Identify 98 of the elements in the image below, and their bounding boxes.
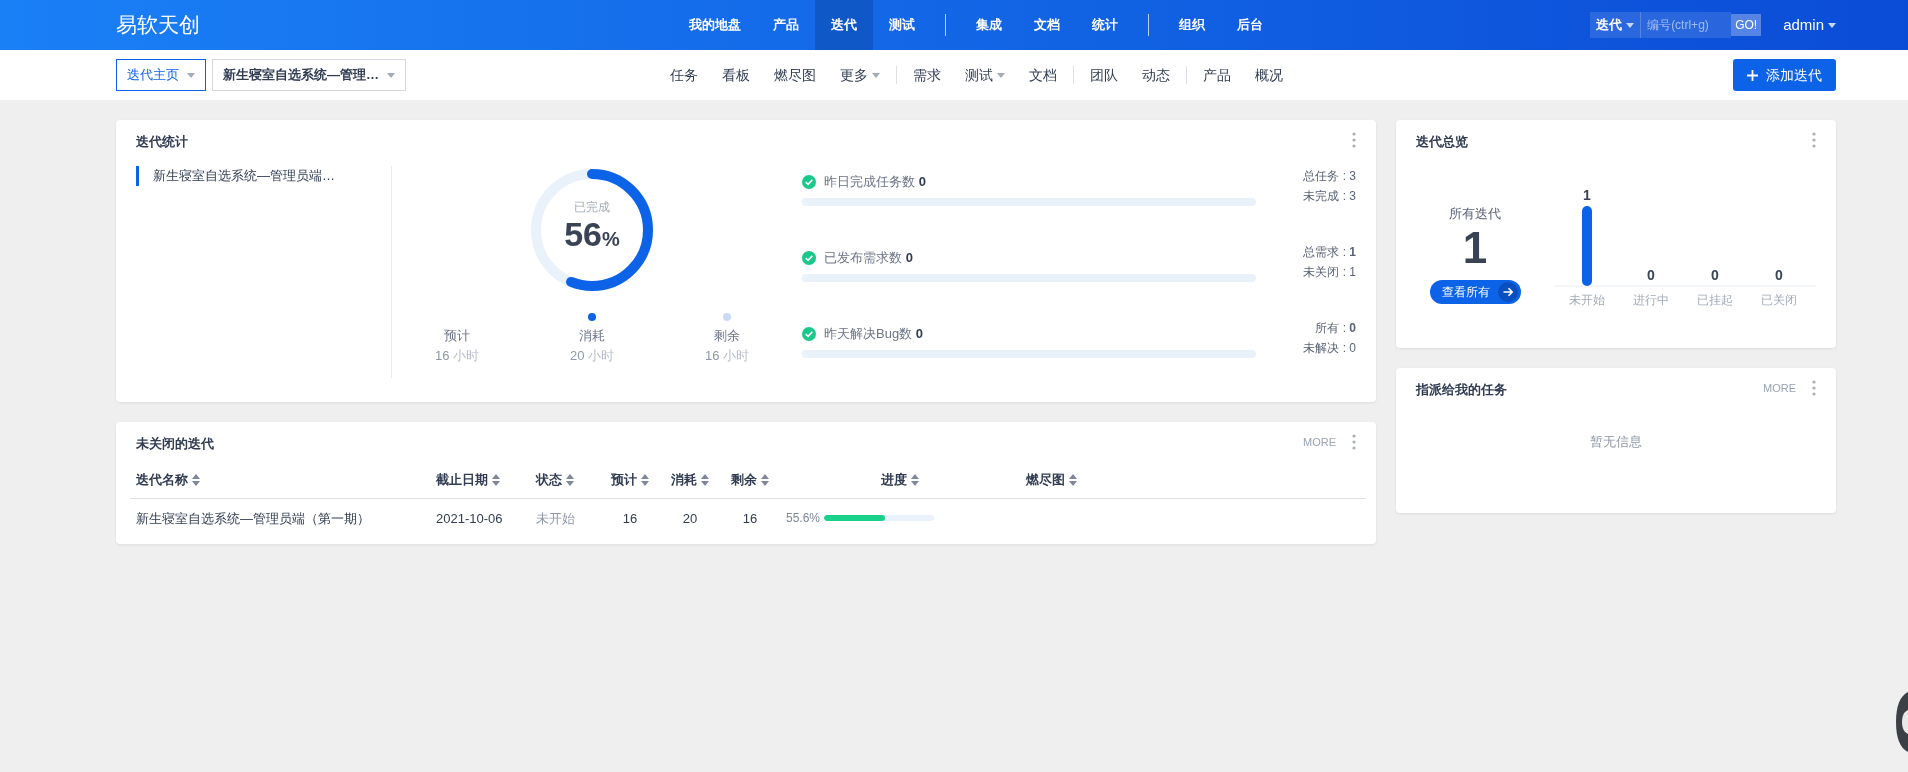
sort-icon <box>1069 473 1077 486</box>
column-header[interactable]: 截止日期 <box>436 470 500 490</box>
table-cell: 16 <box>622 510 638 526</box>
more-icon <box>1352 132 1356 148</box>
axis-label: 已关闭 <box>1761 293 1797 307</box>
bar-value-label: 0 <box>1711 267 1719 283</box>
table-cell: 16 <box>742 510 758 526</box>
metric-detail: 未完成 : 3 <box>1302 188 1356 205</box>
panel-title: 迭代总览 <box>1416 133 1468 151</box>
hours-label: 预计 <box>444 327 470 345</box>
metric-detail: 总需求 : 1 <box>1302 244 1356 261</box>
progress-text: 55.6% <box>786 510 821 528</box>
more-icon <box>1812 380 1816 397</box>
nav-tab[interactable]: 产品 <box>757 0 815 50</box>
column-header[interactable]: 预计 <box>611 470 649 490</box>
sort-icon <box>911 473 919 486</box>
menu-link[interactable]: 文档 <box>1016 64 1069 86</box>
sort-icon <box>641 473 649 486</box>
bar-value-label: 0 <box>1775 267 1783 283</box>
add-iteration-button[interactable]: 添加迭代 <box>1733 59 1836 91</box>
caret-icon <box>1626 22 1635 28</box>
nav-tab[interactable]: 组织 <box>1163 0 1221 50</box>
hours-value: 16 小时 <box>434 346 480 365</box>
menu-link[interactable]: 需求 <box>900 64 953 86</box>
axis-label: 进行中 <box>1633 293 1669 307</box>
panel-title: 未关闭的迭代 <box>136 435 214 453</box>
more-icon <box>1352 434 1356 451</box>
panel-title: 迭代统计 <box>136 133 188 151</box>
go-button[interactable]: GO! <box>1731 14 1762 36</box>
nav-tab[interactable]: 后台 <box>1221 0 1279 50</box>
caret-icon <box>1828 22 1836 28</box>
progress-label: 已完成 <box>574 199 610 216</box>
menu-link[interactable]: 任务 <box>657 64 710 86</box>
table-cell: 2021-10-06 <box>436 510 503 526</box>
hours-label: 剩余 <box>714 327 740 345</box>
column-header[interactable]: 进度 <box>881 470 919 490</box>
column-header[interactable]: 消耗 <box>671 470 709 490</box>
user-menu[interactable]: admin <box>1783 13 1836 37</box>
column-header[interactable]: 迭代名称 <box>136 470 200 490</box>
metric-detail: 所有 : 0 <box>1314 320 1356 337</box>
bar-value-label: 0 <box>1647 267 1655 283</box>
column-header[interactable]: 剩余 <box>731 470 769 490</box>
breadcrumb-item[interactable]: 迭代主页 <box>116 59 206 91</box>
menu-link[interactable]: 概况 <box>1242 64 1295 86</box>
empty-message: 暂无信息 <box>1590 433 1642 451</box>
panel-title: 指派给我的任务 <box>1416 381 1507 399</box>
total-value: 1 <box>1462 223 1488 272</box>
axis-label: 未开始 <box>1569 293 1605 307</box>
progress-value: 56% <box>564 216 620 254</box>
menu-link[interactable]: 燃尽图 <box>761 64 828 86</box>
menu-link[interactable]: 产品 <box>1190 64 1243 86</box>
hours-value: 16 小时 <box>704 346 750 365</box>
sort-icon <box>192 473 200 486</box>
check-icon <box>802 326 816 341</box>
table-cell: 20 <box>682 510 698 526</box>
bar-value-label: 1 <box>1583 187 1591 203</box>
menu-link[interactable]: 看板 <box>709 64 762 86</box>
menu-link[interactable]: 团队 <box>1077 64 1130 86</box>
check-icon <box>802 250 816 265</box>
sort-icon <box>701 473 709 486</box>
check-icon <box>802 174 816 189</box>
menu-link[interactable]: 测试 <box>952 64 1017 86</box>
sort-icon <box>566 473 574 486</box>
plus-icon <box>1747 69 1758 81</box>
hours-value: 20 小时 <box>569 346 615 365</box>
hours-label: 消耗 <box>579 327 605 345</box>
nav-tab[interactable]: 统计 <box>1076 0 1134 50</box>
menu-link[interactable]: 更多 <box>827 64 892 86</box>
sort-icon <box>492 473 500 486</box>
iteration-name[interactable]: 新生寝室自选系统—管理员端（第一期） <box>136 510 370 526</box>
metric-detail: 未解决 : 0 <box>1302 340 1356 357</box>
metric-label: 已发布需求数 0 <box>824 249 913 267</box>
metric-detail: 未关闭 : 1 <box>1302 264 1356 281</box>
view-all-button[interactable]: 查看所有 <box>1429 279 1521 304</box>
caret-icon <box>996 72 1005 78</box>
column-header[interactable]: 状态 <box>536 470 574 490</box>
caret-icon <box>387 72 395 78</box>
breadcrumb-item[interactable]: 新生寝室自选系统—管理… <box>212 59 406 91</box>
caret-icon <box>871 72 880 78</box>
metric-detail: 总任务 : 3 <box>1302 168 1356 185</box>
metric-label: 昨天解决Bug数 0 <box>824 325 923 343</box>
floating-widget-icon <box>1894 692 1908 752</box>
nav-tab[interactable]: 测试 <box>873 0 931 50</box>
nav-tab[interactable]: 迭代 <box>815 0 873 50</box>
sort-icon <box>761 473 769 486</box>
total-label: 所有迭代 <box>1449 205 1501 223</box>
menu-link[interactable]: 动态 <box>1129 64 1182 86</box>
axis-label: 已挂起 <box>1697 293 1733 307</box>
nav-tab[interactable]: 我的地盘 <box>673 0 757 50</box>
logo: 易软天创 <box>116 13 200 37</box>
metric-label: 昨日完成任务数 0 <box>824 173 926 191</box>
table-cell: 未开始 <box>536 510 575 526</box>
nav-tab[interactable]: 集成 <box>960 0 1018 50</box>
caret-icon <box>187 72 195 78</box>
column-header[interactable]: 燃尽图 <box>1026 470 1077 490</box>
type-dropdown[interactable]: 迭代 <box>1590 12 1642 38</box>
nav-tab[interactable]: 文档 <box>1018 0 1076 50</box>
more-icon <box>1812 132 1816 148</box>
